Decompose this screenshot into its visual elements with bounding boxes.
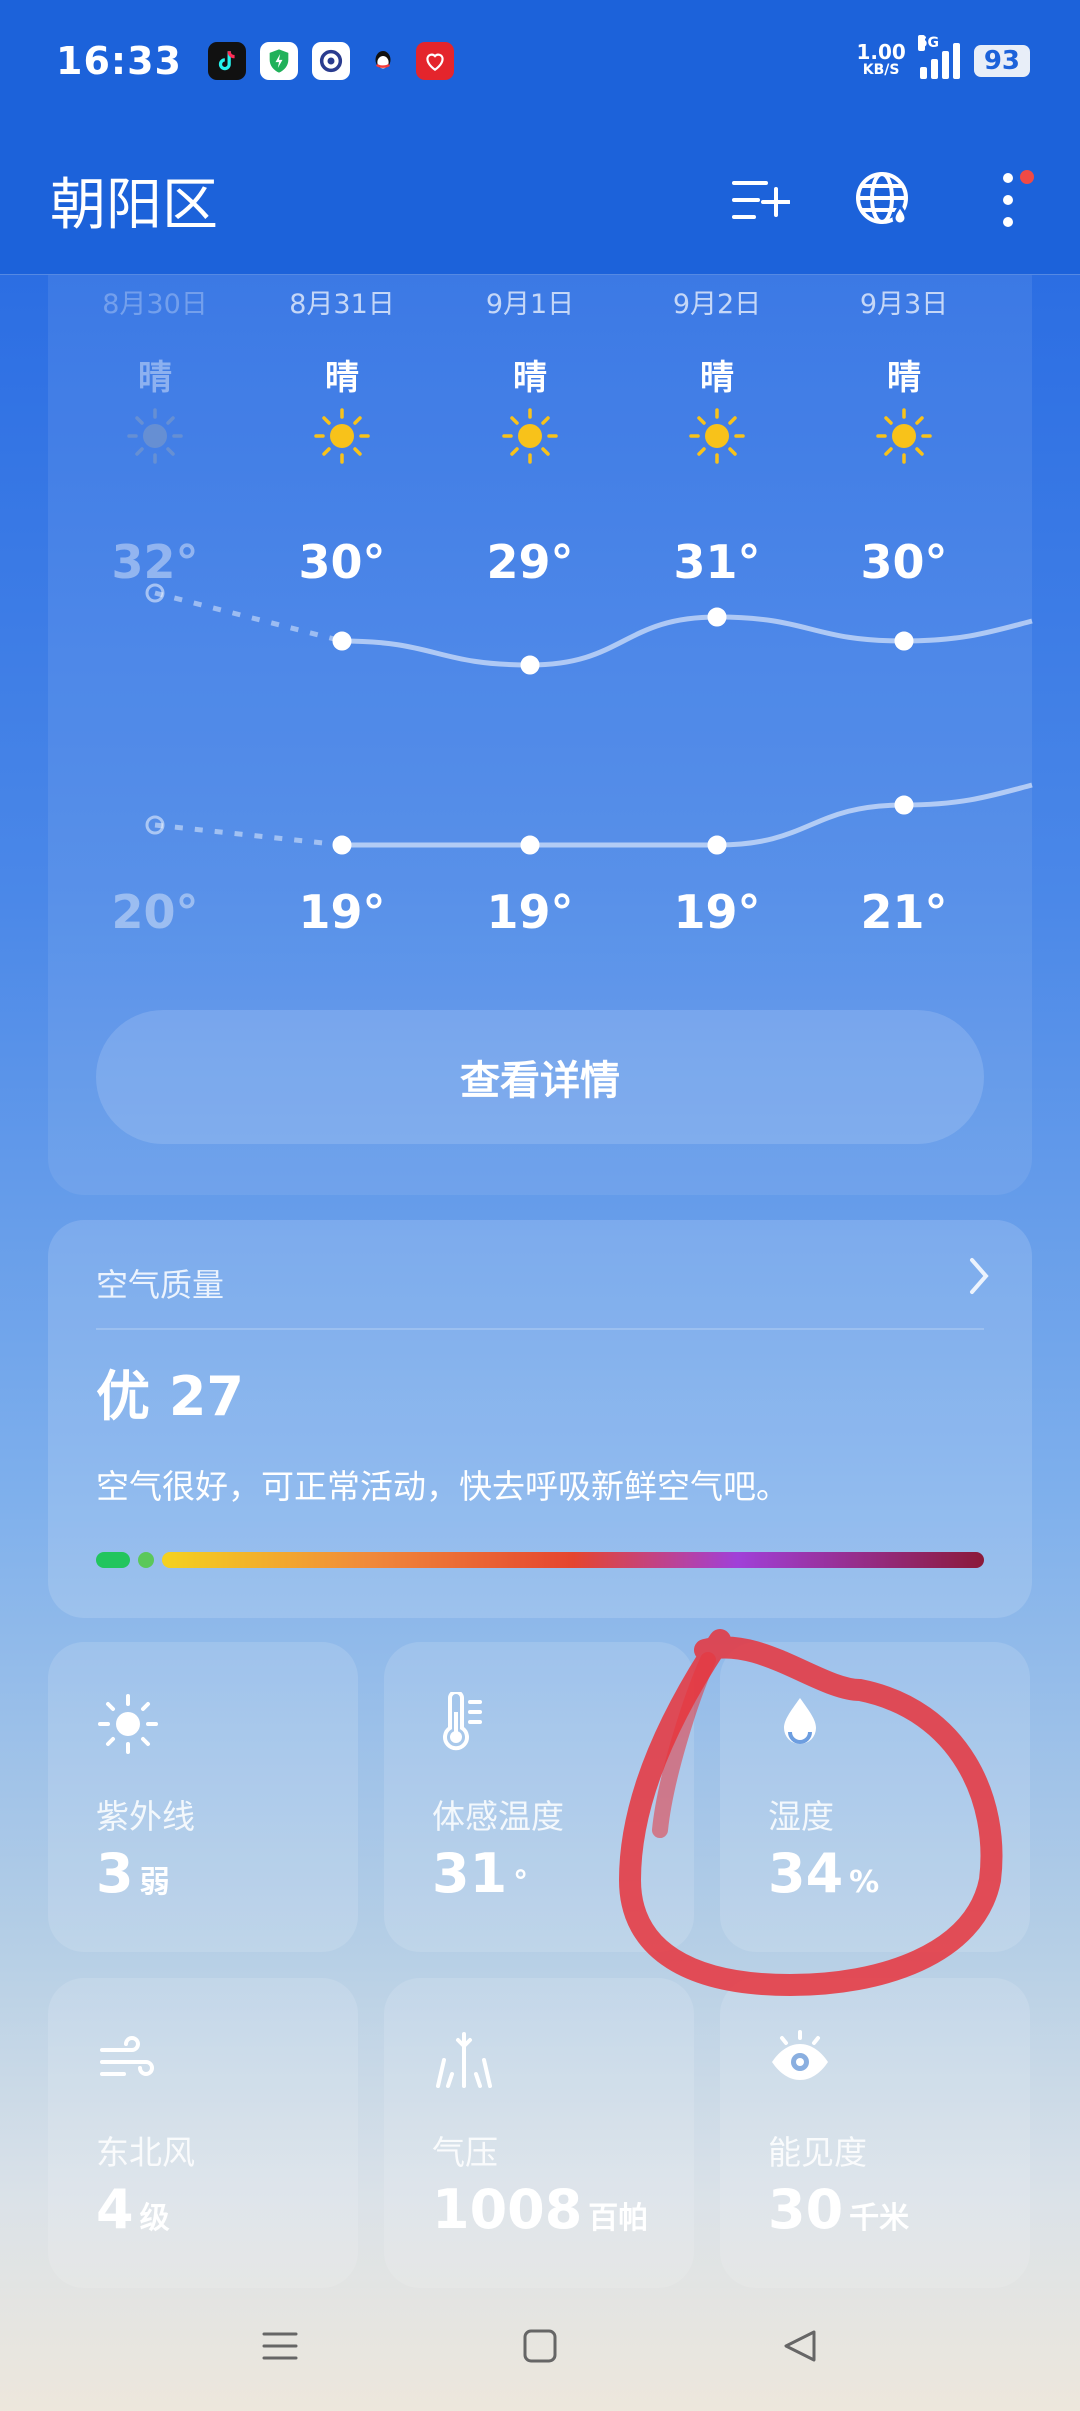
wind-tile[interactable]: 东北风 4级 xyxy=(48,1978,358,2288)
low-temp-point xyxy=(894,795,914,815)
status-time: 16:33 xyxy=(56,39,182,83)
high-temp-point xyxy=(520,655,540,675)
status-bar: 16:33 1.00 KB/S 5G 93 xyxy=(56,35,1030,86)
forecast-condition: 晴 xyxy=(513,358,547,398)
feels-like-tile[interactable]: 体感温度 31 ° xyxy=(384,1642,694,1952)
battery-indicator: 93 xyxy=(973,45,1030,77)
forecast-low: 19° xyxy=(298,885,386,939)
sun-icon xyxy=(312,406,372,470)
forecast-date: 8月30日 xyxy=(102,289,208,320)
low-temp-point xyxy=(707,835,727,855)
high-temp-point xyxy=(894,631,914,651)
forecast-condition: 晴 xyxy=(887,358,921,398)
forecast-condition: 晴 xyxy=(138,358,172,398)
forecast-date: 9月3日 xyxy=(859,289,949,320)
notification-icons xyxy=(207,42,454,80)
high-temp-point xyxy=(332,631,352,651)
water-drop-icon xyxy=(768,1692,832,1756)
high-temp-line xyxy=(341,614,1033,668)
sun-icon xyxy=(500,406,560,470)
system-nav-bar xyxy=(0,2281,1080,2411)
pressure-icon xyxy=(432,2028,496,2092)
add-city-icon[interactable] xyxy=(728,168,792,232)
home-nav-icon[interactable] xyxy=(495,2301,585,2391)
low-temp-point xyxy=(332,835,352,855)
low-temp-line-dashed xyxy=(154,822,343,848)
wind-icon xyxy=(96,2028,160,2092)
forecast-condition: 晴 xyxy=(325,358,359,398)
air-quality-card[interactable]: 空气质量 优 27 空气很好，可正常活动，快去呼吸新鲜空气吧。 xyxy=(48,1220,1032,1618)
forecast-high: 31° xyxy=(673,535,761,589)
forecast-high: 30° xyxy=(860,535,948,589)
high-temp-line-dashed xyxy=(154,590,343,644)
forecast-high: 29° xyxy=(486,535,574,589)
globe-icon[interactable] xyxy=(852,168,916,232)
forecast-low: 20° xyxy=(111,885,199,939)
aqi-value: 优 27 xyxy=(96,1365,244,1428)
forecast-condition: 晴 xyxy=(700,358,734,398)
forecast-low: 19° xyxy=(673,885,761,939)
top-bar: 16:33 1.00 KB/S 5G 93 朝阳区 xyxy=(0,0,1080,275)
air-quality-description: 空气很好，可正常活动，快去呼吸新鲜空气吧。 xyxy=(96,1467,789,1506)
status-indicators: 1.00 KB/S 5G 93 xyxy=(856,35,1030,79)
douyin-icon xyxy=(207,42,246,80)
aqi-color-scale xyxy=(96,1552,984,1568)
signal-icon: 5G xyxy=(917,35,960,79)
divider xyxy=(96,1328,984,1330)
menu-nav-icon[interactable] xyxy=(235,2301,325,2391)
forecast-date: 9月1日 xyxy=(485,289,575,320)
high-temp-point xyxy=(707,607,727,627)
back-nav-icon[interactable] xyxy=(755,2301,845,2391)
view-details-button[interactable]: 查看详情 xyxy=(96,1010,984,1144)
sun-icon xyxy=(874,406,934,470)
eye-icon xyxy=(768,2028,832,2092)
forecast-low: 21° xyxy=(860,885,948,939)
air-quality-title: 空气质量 xyxy=(96,1266,225,1304)
qq-icon xyxy=(364,42,402,80)
forecast-date: 8月31日 xyxy=(289,289,395,320)
chevron-right-icon xyxy=(968,1256,992,1300)
baidu-netdisk-icon xyxy=(311,42,350,80)
low-temp-point xyxy=(520,835,540,855)
notification-dot xyxy=(1020,170,1034,184)
visibility-tile[interactable]: 能见度 30 千米 xyxy=(720,1978,1030,2288)
shield-app-icon xyxy=(259,42,298,80)
humidity-tile[interactable]: 湿度 34% xyxy=(720,1642,1030,1952)
forecast-low: 19° xyxy=(486,885,574,939)
city-title: 朝阳区 xyxy=(50,172,218,238)
net-speed: 1.00 KB/S xyxy=(856,40,906,78)
sun-icon xyxy=(96,1692,160,1756)
pressure-tile[interactable]: 气压 1008 百帕 xyxy=(384,1978,694,2288)
forecast-date: 9月2日 xyxy=(672,289,762,320)
more-vertical-icon[interactable] xyxy=(976,168,1040,232)
sun-icon xyxy=(687,406,747,470)
forecast-high: 32° xyxy=(111,535,199,589)
forecast-high: 30° xyxy=(298,535,386,589)
sun-icon xyxy=(125,406,185,470)
thermometer-icon xyxy=(432,1690,496,1756)
low-temp-line xyxy=(342,782,1033,848)
xiaohongshu-icon xyxy=(415,42,454,80)
uv-tile[interactable]: 紫外线 3弱 xyxy=(48,1642,358,1952)
